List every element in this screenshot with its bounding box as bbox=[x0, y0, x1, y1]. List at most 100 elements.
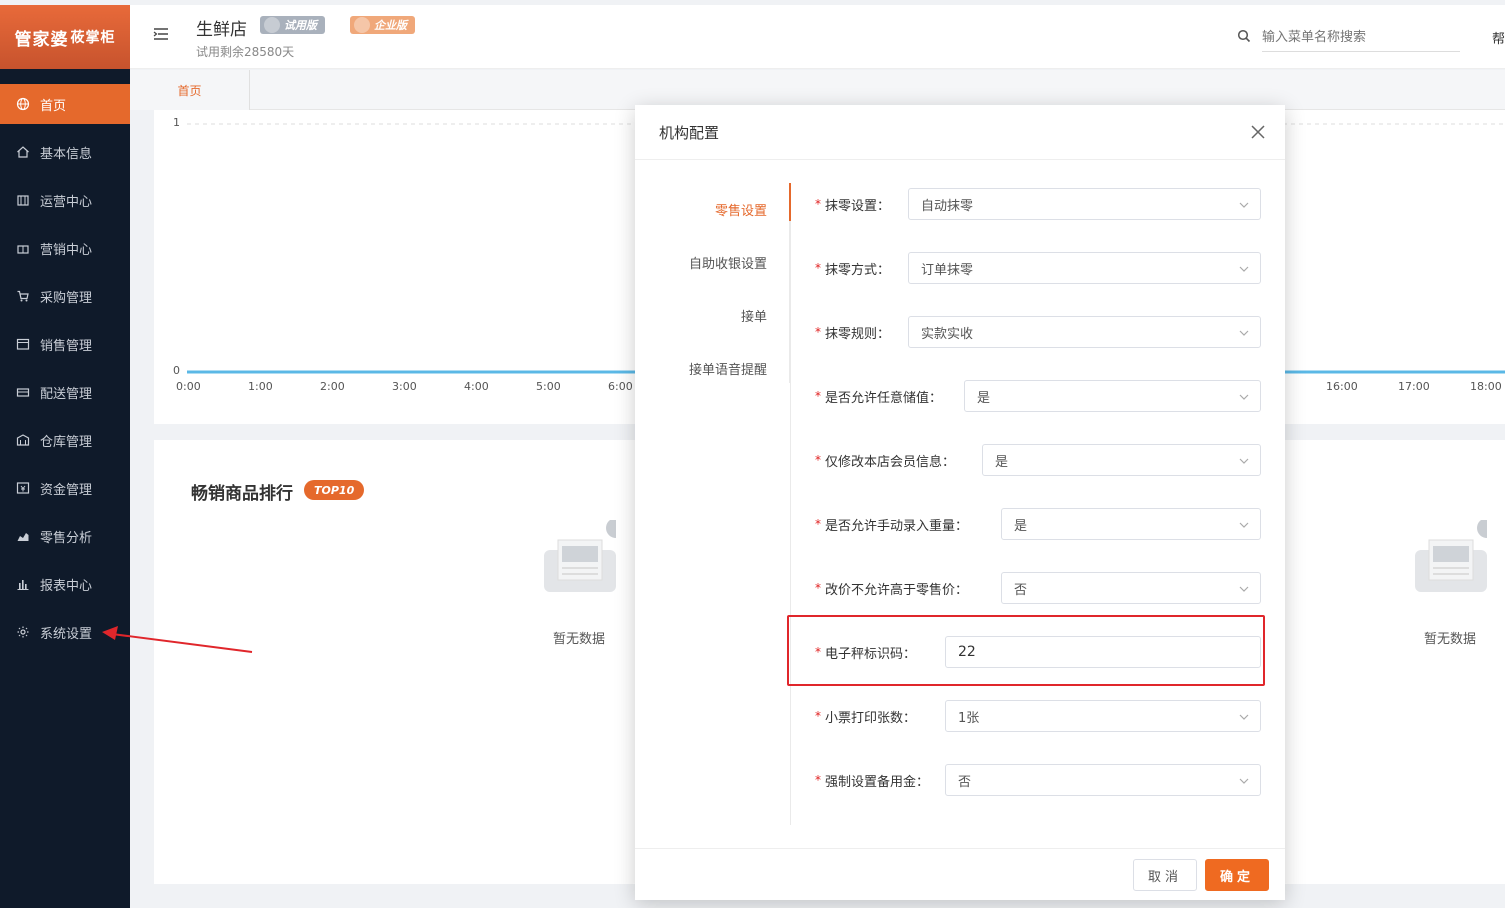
sidebar-item-marketing[interactable]: 营销中心 bbox=[0, 228, 130, 268]
gift-icon bbox=[16, 241, 30, 255]
store-icon bbox=[16, 193, 30, 207]
gear-icon bbox=[16, 625, 30, 639]
empty-box-icon bbox=[544, 520, 616, 592]
form-row-receipt-copies: * 小票打印张数： bbox=[815, 700, 916, 732]
no-price-above-retail-select[interactable]: 否 bbox=[1001, 572, 1261, 604]
tab-home[interactable]: 首页 bbox=[130, 70, 250, 110]
form-row-allow-manual-weight: * 是否允许手动录入重量： bbox=[815, 508, 968, 540]
tab-retail-settings[interactable]: 零售设置 bbox=[635, 183, 791, 236]
field-label: 改价不允许高于零售价： bbox=[825, 582, 969, 598]
sidebar-item-label: 零售分析 bbox=[40, 530, 93, 546]
menu-search-input[interactable] bbox=[1262, 24, 1460, 52]
force-reserve-fund-select[interactable]: 否 bbox=[945, 764, 1261, 796]
sidebar-item-label: 营销中心 bbox=[40, 242, 93, 258]
allow-manual-weight-select[interactable]: 是 bbox=[1001, 508, 1261, 540]
tab-order-receiving[interactable]: 接单 bbox=[635, 289, 789, 342]
required-mark: * bbox=[815, 453, 821, 467]
chart-x-tick: 17:00 bbox=[1398, 380, 1430, 393]
rounding-method-select[interactable]: 订单抹零 bbox=[908, 252, 1261, 284]
chevron-down-icon bbox=[1239, 586, 1249, 592]
select-value: 订单抹零 bbox=[921, 262, 974, 278]
menu-collapse-icon[interactable] bbox=[152, 25, 170, 43]
chevron-down-icon bbox=[1239, 202, 1249, 208]
chart-x-tick: 0:00 bbox=[176, 380, 201, 393]
dialog-footer: 取消 确定 bbox=[635, 848, 1285, 900]
form-row-rounding-method: * 抹零方式： bbox=[815, 252, 890, 284]
sidebar-item-label: 首页 bbox=[40, 98, 67, 114]
required-mark: * bbox=[815, 517, 821, 531]
field-label: 抹零设置： bbox=[825, 198, 891, 214]
truck-icon bbox=[16, 385, 30, 399]
chart-x-tick: 5:00 bbox=[536, 380, 561, 393]
required-mark: * bbox=[815, 581, 821, 595]
pro-badge: 企业版 bbox=[350, 16, 415, 34]
search-icon[interactable] bbox=[1237, 29, 1251, 43]
cart-icon bbox=[16, 289, 30, 303]
required-mark: * bbox=[815, 261, 821, 275]
logo-main-text: 管家婆 bbox=[14, 29, 69, 50]
sidebar-item-home[interactable]: 首页 bbox=[0, 84, 130, 124]
tab-self-checkout-settings[interactable]: 自助收银设置 bbox=[635, 236, 789, 289]
required-mark: * bbox=[815, 325, 821, 339]
chart-x-tick: 1:00 bbox=[248, 380, 273, 393]
sidebar-item-label: 仓库管理 bbox=[40, 434, 93, 450]
confirm-button[interactable]: 确定 bbox=[1205, 859, 1269, 891]
only-edit-store-members-select[interactable]: 是 bbox=[982, 444, 1261, 476]
trial-badge-label: 试用版 bbox=[284, 19, 317, 32]
sidebar-item-sales[interactable]: 销售管理 bbox=[0, 324, 130, 364]
field-label: 抹零规则： bbox=[825, 326, 891, 342]
form-row-allow-any-stored-value: * 是否允许任意储值： bbox=[815, 380, 942, 412]
sidebar-item-label: 资金管理 bbox=[40, 482, 93, 498]
form-row-scale-code: * 电子秤标识码： bbox=[815, 636, 916, 668]
rounding-rule-select[interactable]: 实款实收 bbox=[908, 316, 1261, 348]
sidebar-item-label: 基本信息 bbox=[40, 146, 93, 162]
sidebar-item-delivery[interactable]: 配送管理 bbox=[0, 372, 130, 412]
area-chart-icon bbox=[16, 529, 30, 543]
dialog-header: 机构配置 bbox=[635, 105, 1285, 160]
bar-chart-icon bbox=[16, 577, 30, 591]
sidebar-item-warehouse[interactable]: 仓库管理 bbox=[0, 420, 130, 460]
sidebar: 管家婆 莜掌柜 首页 基本信息 运营中心 营销中心 采购管理 销售管理 配送管理… bbox=[0, 5, 130, 908]
chart-x-tick: 16:00 bbox=[1326, 380, 1358, 393]
form-row-force-reserve-fund: * 强制设置备用金： bbox=[815, 764, 929, 796]
form-row-rounding-setting: * 抹零设置： bbox=[815, 188, 890, 220]
form-row-rounding-rule: * 抹零规则： bbox=[815, 316, 890, 348]
top-header: 生鲜店 试用版 企业版 试用剩余28580天 帮 bbox=[130, 5, 1505, 69]
sidebar-item-settings[interactable]: 系统设置 bbox=[0, 612, 130, 652]
field-label: 小票打印张数： bbox=[825, 710, 917, 726]
org-config-dialog: 机构配置 零售设置 自助收银设置 接单 接单语音提醒 * 抹零设置： 自动抹零 … bbox=[635, 105, 1285, 900]
sidebar-item-basic-info[interactable]: 基本信息 bbox=[0, 132, 130, 172]
scale-code-input[interactable] bbox=[945, 636, 1261, 668]
select-value: 1张 bbox=[958, 710, 980, 726]
logo-sub-text: 莜掌柜 bbox=[70, 30, 116, 46]
empty-text-left: 暂无数据 bbox=[553, 632, 606, 647]
sidebar-item-operations[interactable]: 运营中心 bbox=[0, 180, 130, 220]
sidebar-item-label: 系统设置 bbox=[40, 626, 93, 642]
app-logo[interactable]: 管家婆 莜掌柜 bbox=[0, 5, 130, 69]
chevron-down-icon bbox=[1239, 778, 1249, 784]
receipt-copies-select[interactable]: 1张 bbox=[945, 700, 1261, 732]
tab-order-voice-alert[interactable]: 接单语音提醒 bbox=[635, 342, 789, 395]
sidebar-item-funds[interactable]: 资金管理 bbox=[0, 468, 130, 508]
close-icon[interactable] bbox=[1249, 123, 1267, 141]
help-link[interactable]: 帮 bbox=[1492, 28, 1505, 47]
sidebar-item-label: 运营中心 bbox=[40, 194, 93, 210]
chevron-down-icon bbox=[1239, 266, 1249, 272]
chart-x-tick: 3:00 bbox=[392, 380, 417, 393]
chart-x-tick: 6:00 bbox=[608, 380, 633, 393]
sidebar-item-purchase[interactable]: 采购管理 bbox=[0, 276, 130, 316]
sidebar-item-retail-analysis[interactable]: 零售分析 bbox=[0, 516, 130, 556]
store-name: 生鲜店 bbox=[196, 20, 247, 40]
field-label: 抹零方式： bbox=[825, 262, 891, 278]
select-value: 是 bbox=[1014, 518, 1028, 534]
form-row-only-edit-store-members: * 仅修改本店会员信息： bbox=[815, 444, 955, 476]
allow-any-stored-value-select[interactable]: 是 bbox=[964, 380, 1261, 412]
globe-icon bbox=[16, 97, 30, 111]
rounding-setting-select[interactable]: 自动抹零 bbox=[908, 188, 1261, 220]
cancel-button[interactable]: 取消 bbox=[1133, 859, 1197, 891]
field-label: 是否允许任意储值： bbox=[825, 390, 943, 406]
chevron-down-icon bbox=[1239, 330, 1249, 336]
sidebar-item-reports[interactable]: 报表中心 bbox=[0, 564, 130, 604]
calendar-icon bbox=[16, 337, 30, 351]
home-icon bbox=[16, 145, 30, 159]
